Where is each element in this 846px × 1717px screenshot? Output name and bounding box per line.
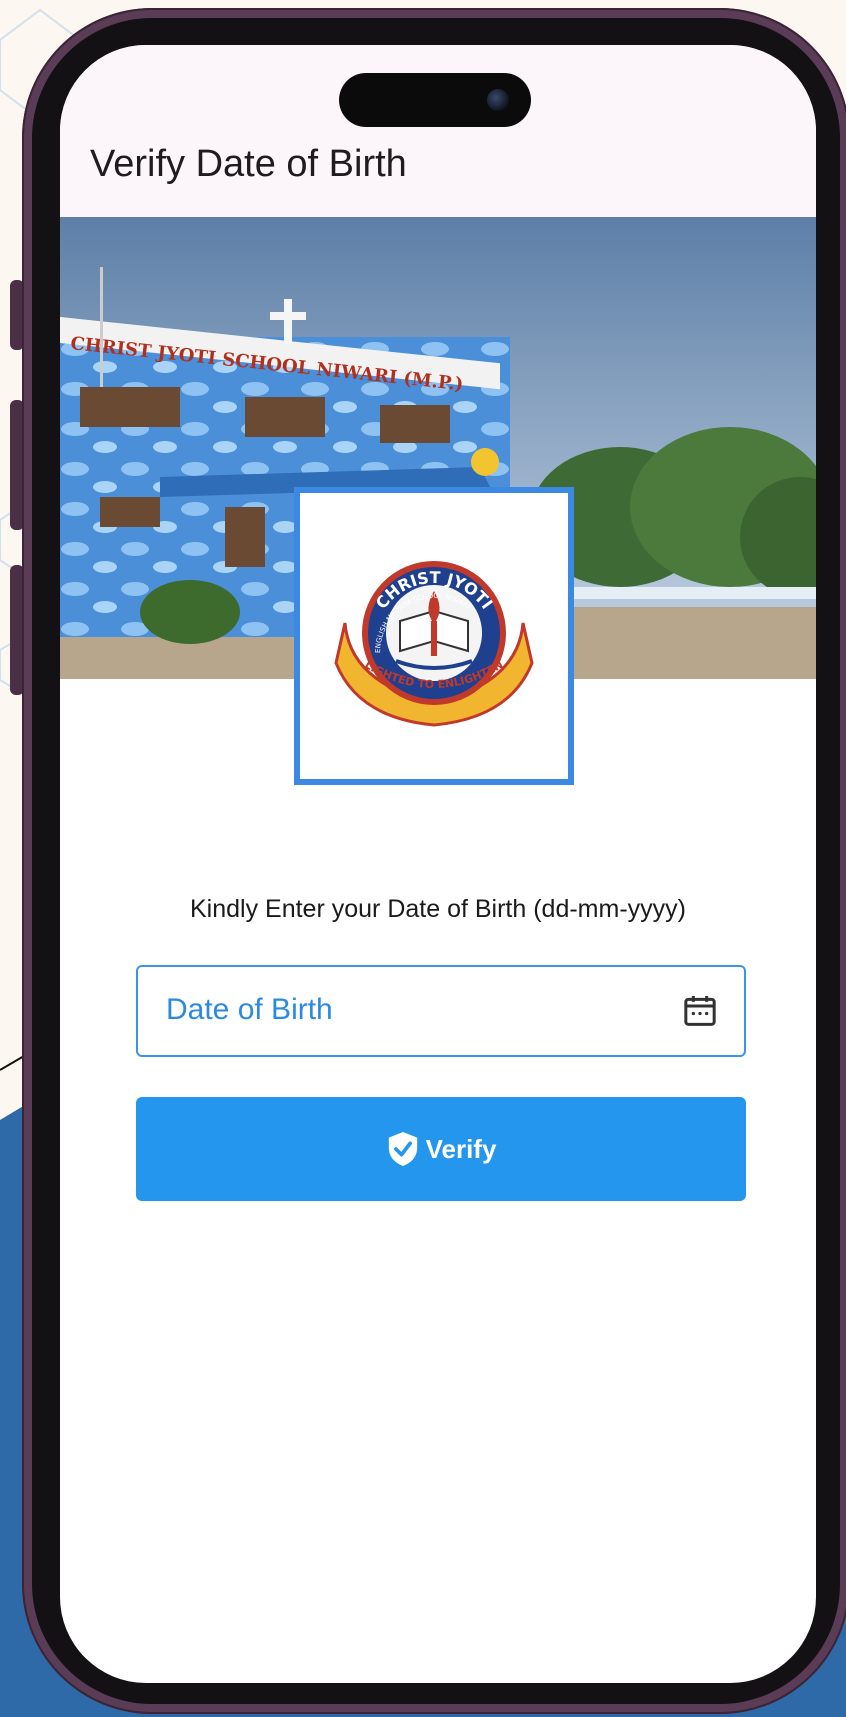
school-logo-card: CHRIST JYOTI ENGLISH MEDIUM SCHOOL NIWAR… xyxy=(294,487,574,785)
verify-label: Verify xyxy=(425,1133,497,1164)
dob-input[interactable]: Date of Birth xyxy=(136,965,746,1057)
phone-screen: Verify Date of Birth CHRIST JYOTI SCHOOL… xyxy=(60,45,816,1683)
camera-icon xyxy=(487,89,509,111)
calendar-icon[interactable] xyxy=(680,991,720,1035)
dob-instruction: Kindly Enter your Date of Birth (dd-mm-y… xyxy=(190,895,686,923)
verify-button[interactable]: Verify xyxy=(136,1097,746,1201)
dob-label: Date of Birth xyxy=(166,993,333,1026)
verified-shield-icon xyxy=(388,1132,417,1166)
page-title: Verify Date of Birth xyxy=(90,143,407,185)
app-bar: Verify Date of Birth xyxy=(60,45,816,217)
school-logo: CHRIST JYOTI ENGLISH MEDIUM SCHOOL NIWAR… xyxy=(334,561,534,727)
dynamic-island xyxy=(339,73,531,127)
